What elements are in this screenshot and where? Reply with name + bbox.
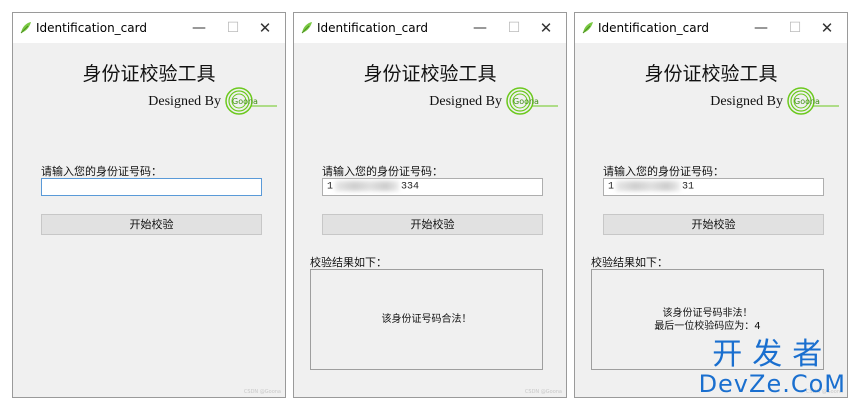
redacted-digits: [616, 181, 681, 191]
app-feather-icon: [582, 22, 593, 34]
id-prompt-label: 请输入您的身份证号码：: [41, 165, 162, 178]
csdn-watermark: CSDN @Goona: [524, 389, 562, 395]
site-watermark-cn: 开发者: [712, 337, 833, 372]
result-line-1: 该身份证号码合法！: [381, 314, 472, 325]
id-prefix: 1: [608, 181, 615, 193]
title-bar[interactable]: Identification_card — ☐ ✕: [294, 13, 566, 43]
window-title: Identification_card: [317, 21, 428, 35]
title-bar[interactable]: Identification_card — ☐ ✕: [575, 13, 847, 43]
goona-logo-icon: Goona: [225, 87, 277, 115]
result-line-1: 该身份证号码非法！: [662, 307, 753, 319]
result-label: 校验结果如下：: [591, 256, 668, 269]
id-number-input[interactable]: 1 334: [322, 178, 543, 196]
maximize-icon[interactable]: ☐: [785, 19, 805, 37]
start-check-button[interactable]: 开始校验: [322, 214, 543, 235]
minimize-icon[interactable]: —: [470, 19, 490, 37]
maximize-icon[interactable]: ☐: [223, 19, 243, 37]
title-bar[interactable]: Identification_card — ☐ ✕: [13, 13, 285, 43]
logo-text: Goona: [794, 97, 820, 106]
logo-text: Goona: [513, 97, 539, 106]
designed-by-label: Designed By: [148, 94, 221, 109]
redacted-digits: [335, 181, 400, 191]
logo-text: Goona: [232, 97, 258, 106]
app-heading: 身份证校验工具: [363, 63, 497, 85]
id-suffix: 334: [401, 181, 420, 193]
id-prompt-label: 请输入您的身份证号码：: [603, 165, 724, 178]
id-prompt-label: 请输入您的身份证号码：: [322, 165, 443, 178]
result-line-2: 最后一位校验码应为：4: [654, 320, 761, 332]
id-suffix: 31: [682, 181, 695, 193]
site-watermark-en: DevZe.CoM: [698, 370, 846, 398]
close-icon[interactable]: ✕: [255, 19, 275, 37]
app-heading: 身份证校验工具: [644, 63, 778, 85]
goona-logo-icon: Goona: [787, 87, 839, 115]
maximize-icon[interactable]: ☐: [504, 19, 524, 37]
start-check-button[interactable]: 开始校验: [603, 214, 824, 235]
app-window-initial: Identification_card — ☐ ✕ 身份证校验工具 Design…: [12, 12, 286, 398]
close-icon[interactable]: ✕: [817, 19, 837, 37]
site-watermark: 开发者 DevZe.CoM: [698, 337, 846, 398]
goona-logo-icon: Goona: [506, 87, 558, 115]
result-label: 校验结果如下：: [310, 256, 387, 269]
window-title: Identification_card: [36, 21, 147, 35]
app-feather-icon: [20, 22, 31, 34]
start-check-button[interactable]: 开始校验: [41, 214, 262, 235]
close-icon[interactable]: ✕: [536, 19, 556, 37]
designed-by-label: Designed By: [710, 94, 783, 109]
id-prefix: 1: [327, 181, 334, 193]
designed-by-label: Designed By: [429, 94, 502, 109]
app-window-valid-result: Identification_card — ☐ ✕ 身份证校验工具 Design…: [293, 12, 567, 398]
result-panel: 该身份证号码合法！: [310, 269, 543, 370]
app-feather-icon: [301, 22, 312, 34]
id-number-input[interactable]: [41, 178, 262, 196]
id-number-input[interactable]: 1 31: [603, 178, 824, 196]
minimize-icon[interactable]: —: [189, 19, 209, 37]
csdn-watermark: CSDN @Goona: [243, 389, 281, 395]
window-title: Identification_card: [598, 21, 709, 35]
minimize-icon[interactable]: —: [751, 19, 771, 37]
app-heading: 身份证校验工具: [82, 63, 216, 85]
